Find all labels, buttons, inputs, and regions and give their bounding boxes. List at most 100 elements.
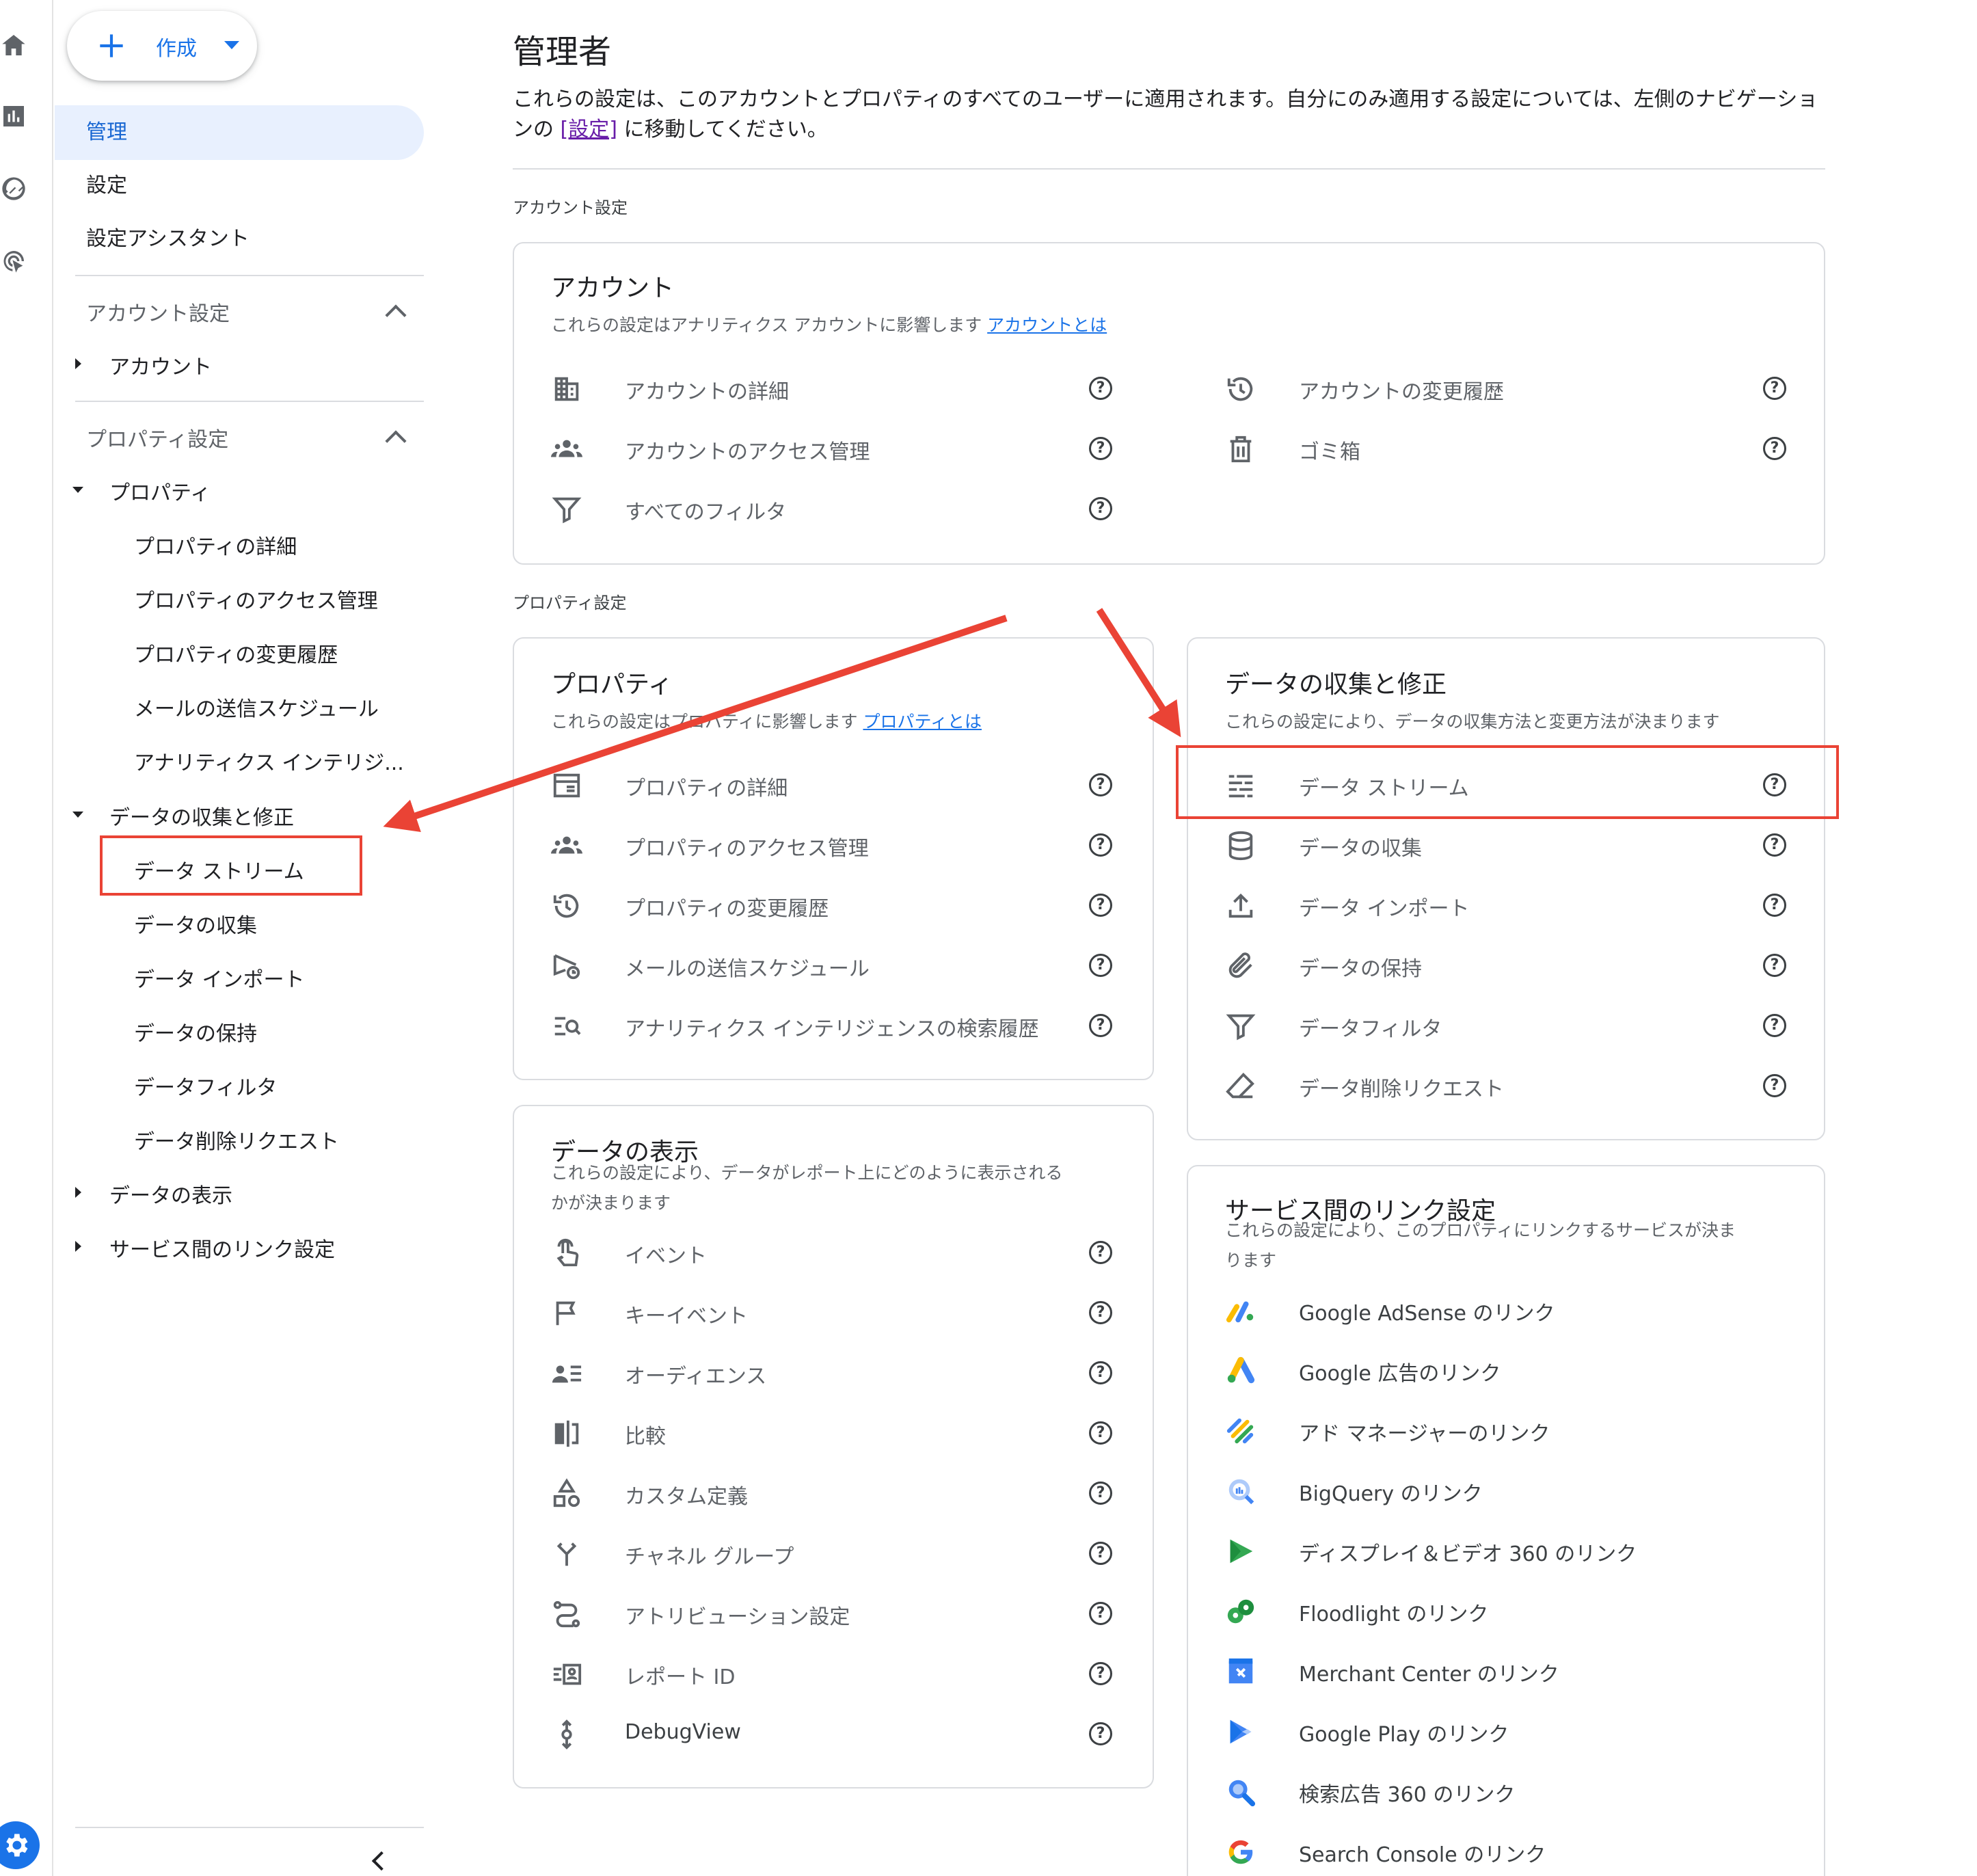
help-icon[interactable]: ? [1089,377,1112,400]
bigquery-link-row[interactable]: BigQuery のリンク [1225,1470,1813,1511]
trash-row[interactable]: ゴミ箱 ? [1225,428,1813,469]
expand-right-icon[interactable] [75,1241,81,1252]
nav-data-display-group[interactable]: データの表示 [109,1179,232,1209]
email-schedule-row[interactable]: メールの送信スケジュール ? [551,945,1139,986]
account-history-row[interactable]: アカウントの変更履歴 ? [1225,368,1813,409]
about-property-link[interactable]: プロパティとは [863,712,982,732]
nav-data-collection-group[interactable]: データの収集と修正 [109,801,294,831]
settings-link[interactable]: [設定] [561,118,617,142]
key-events-row[interactable]: キーイベント ? [551,1292,1139,1333]
intelligence-history-row[interactable]: アナリティクス インテリジェンスの検索履歴 ? [551,1005,1139,1046]
nav-property-history[interactable]: プロパティの変更履歴 [134,638,338,668]
help-icon[interactable]: ? [1763,437,1786,460]
expand-right-icon[interactable] [75,1187,81,1198]
google-ads-link-row[interactable]: Google 広告のリンク [1225,1350,1813,1391]
help-icon[interactable]: ? [1763,1074,1786,1097]
help-icon[interactable]: ? [1763,377,1786,400]
chevron-up-icon[interactable] [385,430,407,452]
search-console-link-row[interactable]: Search Console のリンク [1225,1831,1813,1872]
nav-property-group[interactable]: プロパティ [109,476,211,506]
adsense-link-row[interactable]: Google AdSense のリンク [1225,1289,1813,1330]
comparisons-row[interactable]: 比較 ? [551,1412,1139,1453]
help-icon[interactable]: ? [1763,1014,1786,1037]
data-filters-row[interactable]: データフィルタ ? [1225,1005,1813,1046]
nav-email-schedule[interactable]: メールの送信スケジュール [134,692,379,722]
nav-property-details[interactable]: プロパティの詳細 [134,530,297,560]
help-icon[interactable]: ? [1763,833,1786,857]
nav-data-deletion[interactable]: データ削除リクエスト [134,1125,339,1155]
merchant-center-link-row[interactable]: Merchant Center のリンク [1225,1650,1813,1691]
nav-data-import[interactable]: データ インポート [134,963,305,993]
nav-analytics-intelligence[interactable]: アナリティクス インテリジ... [134,746,404,776]
property-settings-section-header[interactable]: プロパティ設定 [86,423,228,453]
row-label: Google Play のリンク [1299,1723,1509,1747]
help-icon[interactable]: ? [1089,437,1112,460]
help-icon[interactable]: ? [1089,1722,1112,1745]
help-icon[interactable]: ? [1089,497,1112,520]
ad-manager-link-row[interactable]: アド マネージャーのリンク [1225,1410,1813,1451]
debugview-row[interactable]: DebugView ? [551,1713,1139,1754]
google-play-link-row[interactable]: Google Play のリンク [1225,1711,1813,1752]
explore-icon[interactable] [0,175,27,202]
property-details-row[interactable]: プロパティの詳細 ? [551,764,1139,805]
data-collection-row[interactable]: データの収集 ? [1225,825,1813,866]
nav-item-admin[interactable]: 管理 [55,105,424,160]
channel-groups-row[interactable]: チャネル グループ ? [551,1533,1139,1574]
all-filters-row[interactable]: すべてのフィルタ ? [551,488,1139,529]
expand-right-icon[interactable] [75,358,81,369]
expand-down-icon[interactable] [72,487,83,493]
property-access-row[interactable]: プロパティのアクセス管理 ? [551,825,1139,866]
caret-down-icon[interactable] [224,41,239,49]
help-icon[interactable]: ? [1089,1421,1112,1445]
home-icon[interactable] [0,31,27,59]
help-icon[interactable]: ? [1089,894,1112,917]
search-ads-360-link-row[interactable]: 検索広告 360 のリンク [1225,1771,1813,1812]
about-account-link[interactable]: アカウントとは [987,315,1107,335]
help-icon[interactable]: ? [1089,1014,1112,1037]
help-icon[interactable]: ? [1089,773,1112,796]
row-label: メールの送信スケジュール [625,957,870,981]
create-button[interactable]: 作成 [67,11,257,81]
property-history-row[interactable]: プロパティの変更履歴 ? [551,885,1139,926]
account-settings-section-header[interactable]: アカウント設定 [86,297,230,327]
nav-item-settings[interactable]: 設定 [55,159,127,213]
admin-gear-icon[interactable] [0,1821,40,1869]
advertising-icon[interactable] [0,247,27,275]
events-row[interactable]: イベント ? [551,1232,1139,1273]
floodlight-link-row[interactable]: Floodlight のリンク [1225,1590,1813,1631]
nav-data-retention[interactable]: データの保持 [134,1017,257,1047]
display-video-link-row[interactable]: ディスプレイ＆ビデオ 360 のリンク [1225,1530,1813,1571]
attribution-settings-row[interactable]: アトリビューション設定 ? [551,1593,1139,1634]
help-icon[interactable]: ? [1089,833,1112,857]
data-deletion-row[interactable]: データ削除リクエスト ? [1225,1065,1813,1106]
search-history-icon [551,1010,582,1042]
data-retention-row[interactable]: データの保持 ? [1225,945,1813,986]
nav-data-filters[interactable]: データフィルタ [134,1071,277,1101]
help-icon[interactable]: ? [1089,954,1112,977]
account-details-row[interactable]: アカウントの詳細 ? [551,368,1139,409]
help-icon[interactable]: ? [1089,1241,1112,1264]
help-icon[interactable]: ? [1763,894,1786,917]
account-access-row[interactable]: アカウントのアクセス管理 ? [551,428,1139,469]
help-icon[interactable]: ? [1089,1301,1112,1324]
expand-down-icon[interactable] [72,812,83,818]
data-import-row[interactable]: データ インポート ? [1225,885,1813,926]
help-icon[interactable]: ? [1089,1542,1112,1565]
collapse-nav-chevron-icon[interactable] [371,1851,392,1871]
help-icon[interactable]: ? [1089,1662,1112,1685]
chevron-up-icon[interactable] [385,304,407,326]
nav-product-links-group[interactable]: サービス間のリンク設定 [109,1233,335,1263]
nav-item-setup-assistant[interactable]: 設定アシスタント [55,212,250,267]
nav-account-group[interactable]: アカウント [109,350,212,380]
nav-property-access[interactable]: プロパティのアクセス管理 [134,584,378,614]
reports-icon[interactable] [0,103,27,130]
row-label: イベント [625,1244,707,1268]
help-icon[interactable]: ? [1089,1602,1112,1625]
nav-data-collection[interactable]: データの収集 [134,909,257,939]
help-icon[interactable]: ? [1089,1482,1112,1505]
audiences-row[interactable]: オーディエンス ? [551,1352,1139,1393]
reporting-identity-row[interactable]: レポート ID ? [551,1653,1139,1694]
custom-definitions-row[interactable]: カスタム定義 ? [551,1473,1139,1514]
help-icon[interactable]: ? [1763,954,1786,977]
help-icon[interactable]: ? [1089,1361,1112,1384]
